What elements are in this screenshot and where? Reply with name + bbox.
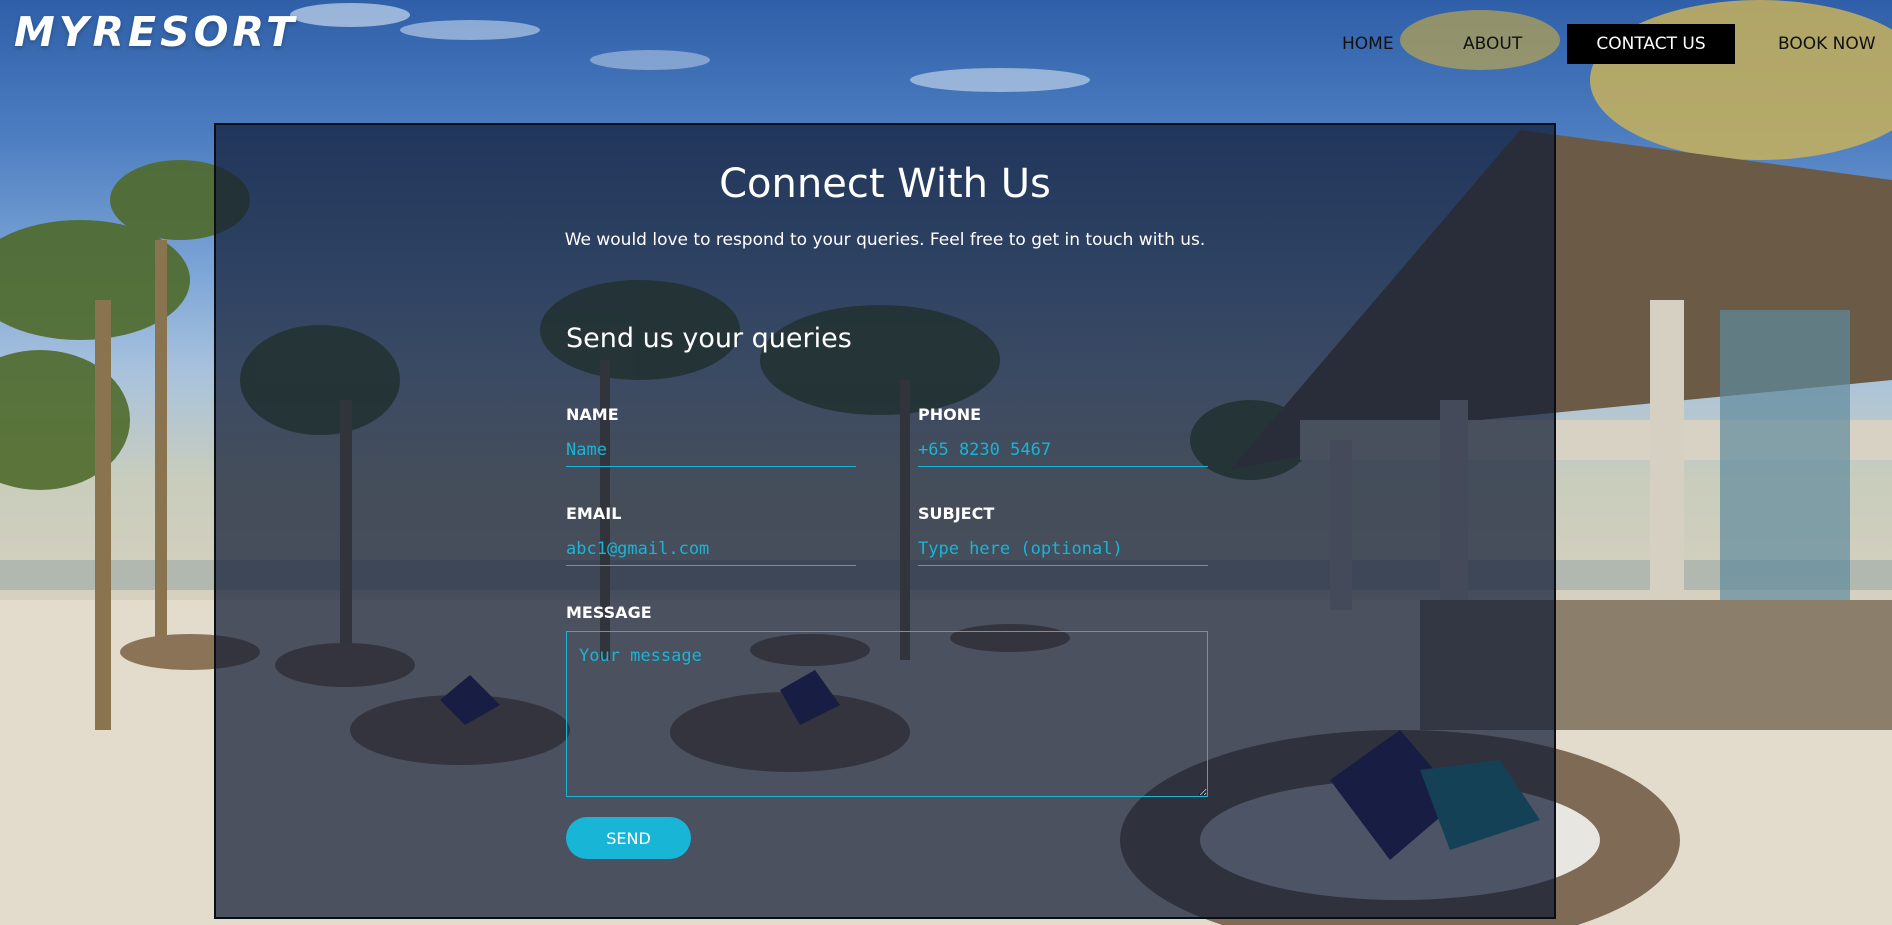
name-label: NAME [566,405,619,424]
nav-link-book-now[interactable]: BOOK NOW [1778,24,1876,64]
email-input[interactable] [566,532,856,566]
message-label: MESSAGE [566,603,652,622]
phone-field-group: PHONE [918,403,1208,467]
nav-link-about[interactable]: ABOUT [1463,24,1522,64]
form-title: Send us your queries [566,323,852,354]
subject-label: SUBJECT [918,504,995,523]
page-subtitle: We would love to respond to your queries… [564,230,1206,250]
send-button[interactable]: SEND [566,817,691,859]
main-navigation: HOME ABOUT CONTACT US BOOK NOW [0,24,1892,64]
subject-field-group: SUBJECT [918,502,1208,566]
email-field-group: EMAIL [566,502,856,566]
phone-input[interactable] [918,433,1208,467]
nav-link-contact-us[interactable]: CONTACT US [1567,24,1735,64]
message-field-group: MESSAGE [566,601,1208,797]
page: MYRESORT HOME ABOUT CONTACT US BOOK NOW … [0,0,1892,925]
subject-input[interactable] [918,532,1208,566]
message-textarea[interactable] [566,631,1208,797]
phone-label: PHONE [918,405,982,424]
email-label: EMAIL [566,504,622,523]
name-field-group: NAME [566,403,856,467]
contact-panel: Connect With Us We would love to respond… [214,123,1556,919]
nav-link-home[interactable]: HOME [1342,24,1394,64]
name-input[interactable] [566,433,856,467]
page-title: Connect With Us [719,161,1051,207]
